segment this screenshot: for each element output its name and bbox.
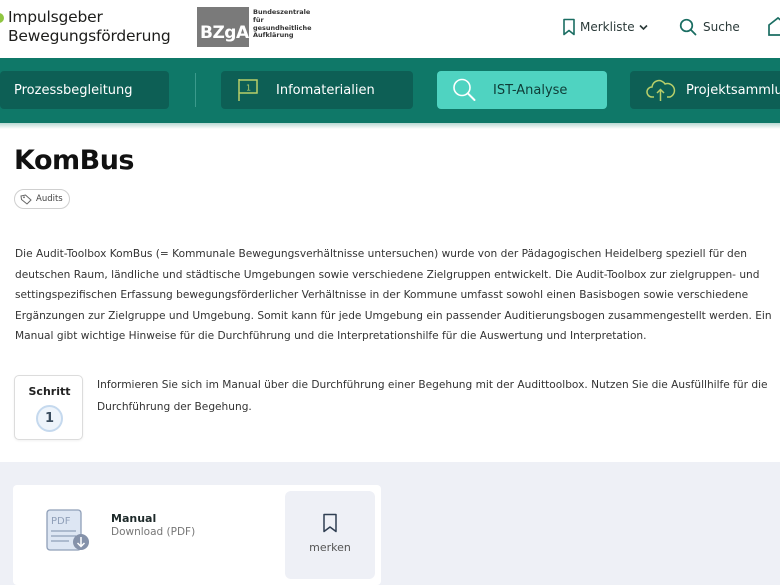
cloud-upload-icon <box>646 79 676 101</box>
bookmark-icon <box>323 513 337 533</box>
tag-label: Audits <box>36 194 63 204</box>
description-text: Die Audit-Toolbox KomBus (= Kommunale Be… <box>15 248 772 342</box>
tab-label: Infomaterialien <box>276 82 375 98</box>
tab-infomaterialien[interactable]: 1 Infomaterialien <box>221 71 413 109</box>
download-title: Manual <box>111 512 157 525</box>
step-label: Schritt <box>28 385 71 398</box>
bzga-logo-text: Bundeszentrale für gesundheitliche Aufkl… <box>253 8 312 40</box>
site-header: Impulsgeber Bewegungsförderung BZgA Bund… <box>0 0 780 58</box>
nav-shadow <box>0 123 780 129</box>
search-icon <box>679 18 697 36</box>
logo-dot <box>0 13 4 23</box>
svg-text:1: 1 <box>246 84 251 93</box>
bzga-line: Aufklärung <box>253 31 294 40</box>
step-badge: Schritt 1 <box>14 375 83 440</box>
tab-label: Prozessbegleitung <box>14 82 133 98</box>
page-title: KomBus <box>14 145 135 176</box>
svg-text:PDF: PDF <box>51 516 71 527</box>
tab-prozessbegleitung[interactable]: Prozessbegleitung <box>0 71 169 109</box>
merkliste-label: Merkliste <box>580 20 635 34</box>
tab-label: Projektsammlung <box>686 82 780 98</box>
pdf-document-icon: PDF <box>46 509 89 551</box>
logo-line-1: Impulsgeber <box>8 8 103 26</box>
magnifier-icon <box>453 78 476 101</box>
tag-icon <box>20 193 32 205</box>
tab-ist-analyse[interactable]: IST-Analyse <box>437 71 607 109</box>
search-label: Suche <box>703 20 740 34</box>
tab-label: IST-Analyse <box>493 82 568 98</box>
chevron-down-icon <box>639 24 648 30</box>
merken-label: merken <box>309 541 351 554</box>
logo-line-2: Bewegungsförderung <box>8 27 171 45</box>
merkliste-button[interactable]: Merkliste <box>562 18 648 36</box>
tab-separator <box>195 73 196 107</box>
step-number: 1 <box>36 405 63 432</box>
home-button[interactable] <box>768 16 780 40</box>
merken-button[interactable]: merken <box>285 491 375 579</box>
flag-icon: 1 <box>238 79 258 101</box>
tag-audits[interactable]: Audits <box>14 189 70 209</box>
tab-projektsammlung[interactable]: Projektsammlung <box>630 71 780 109</box>
bookmark-icon <box>563 18 575 36</box>
download-subtitle: Download (PDF) <box>111 526 196 538</box>
bzga-logo[interactable]: BZgA <box>197 7 249 47</box>
search-button[interactable]: Suche <box>679 18 740 36</box>
step-text: Informieren Sie sich im Manual über die … <box>97 379 768 413</box>
home-icon <box>768 16 780 36</box>
site-logo[interactable]: Impulsgeber Bewegungsförderung <box>8 8 171 46</box>
